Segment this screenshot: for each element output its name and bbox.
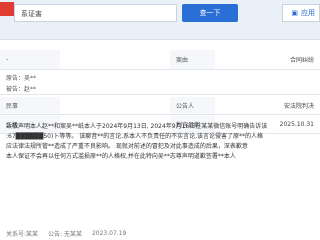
- row1-value2: 合同纠纷: [215, 50, 320, 69]
- apply-button[interactable]: ▣ 应用: [282, 4, 320, 22]
- row1-label: -: [0, 50, 60, 69]
- defendant: 被告：赵**: [6, 86, 37, 93]
- body-line-1: 致敬声明本人赵**和案吴**纸本人于2024年9月13日, 2024年9月16日…: [6, 123, 268, 130]
- announcer-value: 安法院判决: [215, 97, 320, 114]
- apply-label: 应用: [301, 9, 315, 17]
- apply-icon: ▣: [291, 9, 298, 17]
- announcement-body: 致敬声明本人赵**和案吴**纸本人于2024年9月13日, 2024年9月16日…: [6, 122, 320, 162]
- case-type-value: [60, 97, 170, 114]
- footer-left: 关系号:某某: [6, 230, 39, 238]
- footer-mid: 公告: 无某某: [48, 230, 82, 238]
- row1-value: [60, 50, 170, 69]
- content-area: - 案由 合同纠纷 原告：吴** 被告：赵** 民事 公告人 安法院判决 二级 …: [0, 40, 320, 240]
- body-line-3: 应法律法规所管**造成了严重不良影响。 现就对前述的冒犯及对此事造成的后果，深表…: [6, 143, 248, 150]
- search-input[interactable]: 系证害: [14, 4, 177, 22]
- info-row-case-type: 民事 公告人 安法院判决: [0, 97, 320, 115]
- body-line-2: :67██████50)卜等等。 该聊音**的言论,系本人不负责任的不实言论,该…: [6, 133, 264, 140]
- logo-icon: [0, 2, 14, 16]
- footer-date: 2023.07.19: [91, 229, 127, 237]
- body-line-4: 本人保证不会再以任何方式滥损原**的人格权,并在此特向吴**志尊声明道歉签署**…: [6, 153, 236, 160]
- top-bar: 系证害 查一下 ▣ 应用: [0, 0, 320, 40]
- plaintiff: 原告：吴**: [6, 75, 37, 82]
- footer: 关系号:某某 公告: 无某某 2023.07.19: [0, 226, 320, 240]
- row1-label2: 案由: [170, 50, 215, 69]
- case-type-label: 民事: [0, 97, 60, 114]
- announcer-label: 公告人: [170, 97, 215, 114]
- search-button[interactable]: 查一下: [182, 4, 238, 22]
- parties-block: 原告：吴** 被告：赵**: [0, 70, 320, 95]
- info-row-1: - 案由 合同纠纷: [0, 50, 320, 70]
